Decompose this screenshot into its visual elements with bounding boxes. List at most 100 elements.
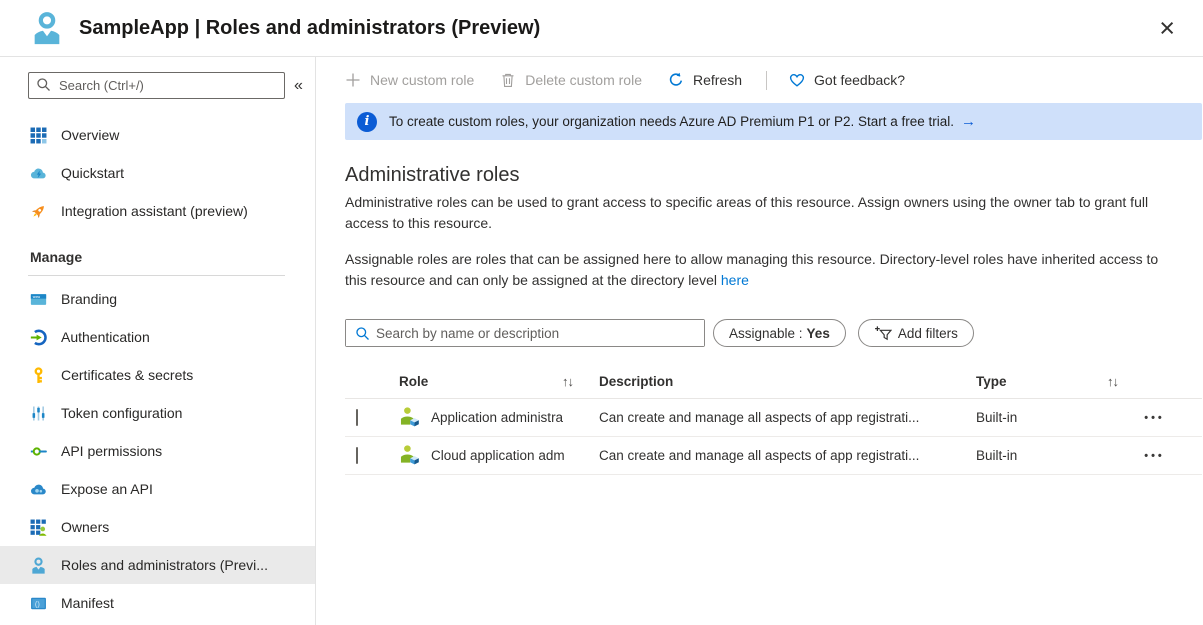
sidebar-item-label: Certificates & secrets (61, 367, 193, 383)
sidebar-item-label: Branding (61, 291, 117, 307)
description-paragraph-1: Administrative roles can be used to gran… (345, 192, 1175, 234)
sidebar-item-branding[interactable]: www Branding (0, 280, 315, 318)
filter-value: Yes (807, 326, 830, 341)
arrow-right-icon[interactable]: → (961, 113, 976, 130)
filter-label: Add filters (898, 326, 958, 341)
sidebar-search (28, 72, 285, 99)
new-custom-role-button[interactable]: New custom role (345, 72, 474, 88)
divider (766, 71, 767, 90)
button-label: Delete custom role (525, 72, 642, 88)
trash-icon (500, 72, 516, 88)
sidebar-search-input[interactable] (28, 72, 285, 99)
table-row[interactable]: Cloud application adm Can create and man… (345, 437, 1202, 475)
filter-plus-icon (874, 325, 892, 341)
column-description[interactable]: Description (599, 374, 976, 389)
role-person-cube-icon (399, 406, 420, 427)
heart-icon (789, 72, 805, 88)
cloud-gears-icon (30, 481, 47, 498)
node-link-icon (30, 443, 47, 460)
refresh-icon (668, 72, 684, 88)
page-header: SampleApp | Roles and administrators (Pr… (0, 0, 1203, 57)
grid-person-icon (30, 519, 47, 536)
manifest-code-icon: () (30, 595, 47, 612)
add-filters-pill[interactable]: Add filters (858, 319, 974, 347)
sidebar-item-label: API permissions (61, 443, 162, 459)
sidebar-item-label: Authentication (61, 329, 150, 345)
app-registration-person-icon (30, 11, 64, 45)
button-label: Got feedback? (814, 72, 905, 88)
table-header: Role ↑↓ Description Type ↑↓ (345, 365, 1202, 399)
sidebar-item-api-permissions[interactable]: API permissions (0, 432, 315, 470)
sidebar-item-integration-assistant[interactable]: Integration assistant (preview) (0, 192, 315, 230)
more-options-icon[interactable]: ••• (1138, 446, 1171, 466)
divider (28, 275, 285, 276)
paragraph-text: Assignable roles are roles that can be a… (345, 251, 1158, 288)
role-name[interactable]: Cloud application adm (431, 448, 599, 463)
person-icon (30, 557, 47, 574)
collapse-sidebar-icon[interactable]: « (294, 77, 303, 95)
sidebar-item-expose-an-api[interactable]: Expose an API (0, 470, 315, 508)
key-icon (30, 367, 47, 384)
section-heading: Administrative roles (345, 164, 1175, 187)
got-feedback-button[interactable]: Got feedback? (789, 72, 905, 88)
column-role[interactable]: Role (399, 374, 428, 389)
refresh-button[interactable]: Refresh (668, 72, 742, 88)
plus-icon (345, 72, 361, 88)
sidebar-item-label: Expose an API (61, 481, 153, 497)
sidebar-nav: Overview Quickstart Integration assistan… (0, 116, 315, 622)
sidebar-item-label: Owners (61, 519, 109, 535)
sidebar-item-token-configuration[interactable]: Token configuration (0, 394, 315, 432)
description-paragraph-2: Assignable roles are roles that can be a… (345, 249, 1175, 291)
sign-in-arrow-icon (30, 329, 47, 346)
sidebar-item-label: Overview (61, 127, 119, 143)
row-checkbox[interactable] (356, 409, 358, 426)
delete-custom-role-button[interactable]: Delete custom role (500, 72, 642, 88)
sidebar-item-label: Integration assistant (preview) (61, 203, 248, 219)
here-link[interactable]: here (721, 272, 749, 288)
svg-text:(): () (35, 599, 40, 608)
table-row[interactable]: Application administra Can create and ma… (345, 399, 1202, 437)
search-icon (355, 326, 370, 346)
sidebar-item-manifest[interactable]: () Manifest (0, 584, 315, 622)
sidebar-item-certificates-secrets[interactable]: Certificates & secrets (0, 356, 315, 394)
sidebar-item-overview[interactable]: Overview (0, 116, 315, 154)
button-label: New custom role (370, 72, 474, 88)
sort-icon[interactable]: ↑↓ (1107, 374, 1202, 389)
sidebar: « Overview Quickstart Integration assist… (0, 57, 316, 625)
sidebar-section-manage: Manage (0, 245, 315, 269)
row-checkbox[interactable] (356, 447, 358, 464)
close-icon[interactable]: × (1155, 15, 1179, 42)
button-label: Refresh (693, 72, 742, 88)
role-type: Built-in (976, 410, 1107, 425)
sidebar-item-roles-and-administrators[interactable]: Roles and administrators (Previ... (0, 546, 315, 584)
filter-label: Assignable : (729, 326, 803, 341)
cloud-bolt-icon (30, 165, 47, 182)
search-icon (36, 77, 51, 97)
more-options-icon[interactable]: ••• (1138, 408, 1171, 428)
info-banner[interactable]: i To create custom roles, your organizat… (345, 103, 1202, 140)
role-description: Can create and manage all aspects of app… (599, 448, 976, 463)
content-area: Administrative roles Administrative role… (316, 164, 1203, 475)
sidebar-item-owners[interactable]: Owners (0, 508, 315, 546)
sidebar-item-label: Quickstart (61, 165, 124, 181)
banner-text: To create custom roles, your organizatio… (389, 114, 954, 129)
command-bar: New custom role Delete custom role Refre… (316, 57, 1203, 103)
sliders-icon (30, 405, 47, 422)
role-name[interactable]: Application administra (431, 410, 599, 425)
sidebar-item-quickstart[interactable]: Quickstart (0, 154, 315, 192)
main-panel: New custom role Delete custom role Refre… (316, 57, 1203, 625)
role-search-input[interactable] (346, 320, 704, 346)
role-description: Can create and manage all aspects of app… (599, 410, 976, 425)
sidebar-item-label: Manifest (61, 595, 114, 611)
role-person-cube-icon (399, 444, 420, 465)
filter-bar: Assignable : Yes Add filters (345, 319, 1175, 347)
sidebar-item-label: Roles and administrators (Previ... (61, 557, 268, 573)
rocket-icon (30, 203, 47, 220)
sidebar-item-authentication[interactable]: Authentication (0, 318, 315, 356)
sort-icon[interactable]: ↑↓ (562, 374, 573, 389)
role-type: Built-in (976, 448, 1107, 463)
roles-table: Role ↑↓ Description Type ↑↓ Application … (345, 365, 1202, 475)
assignable-filter-pill[interactable]: Assignable : Yes (713, 319, 846, 347)
column-type[interactable]: Type (976, 374, 1107, 389)
info-icon: i (357, 112, 377, 132)
